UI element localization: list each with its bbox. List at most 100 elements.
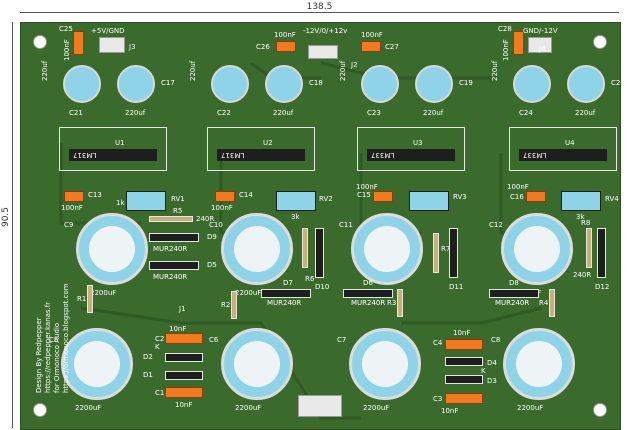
rv1-value: 1k (116, 199, 125, 207)
diode-d5[interactable] (149, 261, 199, 270)
resistor-r5[interactable] (149, 216, 193, 222)
resistor-r1[interactable] (87, 285, 93, 313)
smd-cap-c16[interactable] (526, 191, 546, 202)
credits-block: Design By Redpepper https://redpepper.ka… (35, 283, 145, 393)
bulk-cap-value: 2200uF (90, 289, 117, 297)
j4-pins-label: GND/-12V (523, 27, 558, 35)
resistor-r3[interactable] (397, 289, 403, 317)
bulk-capacitor[interactable] (503, 328, 575, 400)
regulator-ref: U2 (263, 139, 273, 147)
cap-in[interactable] (361, 65, 399, 103)
c15-value: 100nF (356, 183, 378, 191)
regulator-part: LM317 (73, 151, 97, 159)
c13-value: 100nF (61, 204, 83, 212)
capacitor-top (516, 341, 562, 387)
c13-ref: C13 (88, 191, 102, 199)
c1-ref: C1 (155, 389, 165, 397)
mounting-hole (593, 403, 607, 417)
smd-cap-c13[interactable] (64, 191, 84, 202)
c2-ref: C2 (155, 335, 165, 343)
trimmer-rv2[interactable] (276, 191, 316, 211)
bulk-capacitor[interactable] (351, 213, 423, 285)
cap-in-ref: C22 (217, 109, 231, 117)
cap-out-val: 220uf (575, 109, 596, 117)
c3-value: 10nF (441, 407, 459, 415)
bulk-capacitor[interactable] (349, 328, 421, 400)
diode-d6[interactable] (343, 289, 393, 298)
diode-d7[interactable] (261, 289, 311, 298)
smd-cap-c2[interactable] (165, 333, 203, 344)
cap-out[interactable] (265, 65, 303, 103)
diode-d3[interactable] (445, 375, 483, 384)
bulk-cap-value: 2200uF (235, 289, 262, 297)
diode-d2[interactable] (165, 353, 203, 362)
bulk-cap-value: 2200uF (235, 404, 262, 412)
resistor-r7[interactable] (433, 233, 439, 273)
bulk-capacitor[interactable] (221, 213, 293, 285)
d7-ref: D7 (283, 279, 293, 287)
cap-out-ref: C18 (309, 79, 323, 87)
cap-out[interactable] (117, 65, 155, 103)
width-label: 138.5 (306, 2, 333, 12)
connector-j3[interactable] (99, 37, 125, 53)
cap-in[interactable] (211, 65, 249, 103)
diode-d11[interactable] (449, 228, 458, 278)
capacitor-top (362, 341, 408, 387)
smd-cap-c1[interactable] (165, 387, 203, 398)
resistor-r6[interactable] (302, 228, 308, 268)
r4-ref: R4 (539, 299, 549, 307)
j3-ref: J3 (129, 43, 136, 51)
cap-in[interactable] (63, 65, 101, 103)
cap-out-ref: C20 (611, 79, 625, 87)
d7-value: MUR240R (267, 299, 302, 307)
trimmer-rv3[interactable] (409, 191, 449, 211)
trimmer-rv1[interactable] (126, 191, 166, 211)
diode-d12[interactable] (597, 228, 606, 278)
cap-out[interactable] (415, 65, 453, 103)
resistor-r4[interactable] (549, 289, 555, 317)
j1-ref: J1 (179, 305, 186, 313)
bulk-cap-ref: C9 (64, 221, 74, 229)
smd-cap-c3[interactable] (445, 393, 483, 404)
credit-line-4: https://ormonoco.blogspot.com (62, 283, 70, 393)
diode-d9[interactable] (149, 233, 199, 242)
diode-d4[interactable] (445, 357, 483, 366)
j4-ref: J4 (539, 45, 546, 53)
bottom-connector[interactable] (298, 395, 342, 417)
cap-in[interactable] (513, 65, 551, 103)
bulk-capacitor[interactable] (76, 213, 148, 285)
cap-out[interactable] (567, 65, 605, 103)
d6-ref: D6 (363, 279, 373, 287)
diode-d10[interactable] (315, 228, 324, 278)
resistor-r2[interactable] (231, 291, 237, 319)
height-label: 90.5 (1, 206, 12, 228)
rv2-ref: RV2 (319, 195, 333, 203)
cap-in-val: 220uf (491, 60, 499, 81)
diode-d8[interactable] (489, 289, 539, 298)
bulk-capacitor[interactable] (221, 328, 293, 400)
c27-value: 100nF (361, 31, 383, 39)
c28-ref: C28 (498, 25, 512, 33)
c16-value: 100nF (507, 183, 529, 191)
bulk-capacitor[interactable] (501, 213, 573, 285)
trimmer-rv4[interactable] (561, 191, 601, 211)
smd-cap-c4[interactable] (445, 339, 483, 350)
smd-cap-c25[interactable] (73, 31, 84, 55)
smd-cap-c14[interactable] (215, 191, 235, 202)
connector-j2[interactable] (308, 45, 338, 59)
mounting-hole (33, 35, 47, 49)
resistor-r8[interactable] (586, 228, 592, 268)
d9-ref: D9 (207, 233, 217, 241)
smd-cap-c27[interactable] (361, 41, 381, 52)
c26-value: 100nF (274, 31, 296, 39)
k-label-1: K (155, 343, 160, 351)
smd-cap-c15[interactable] (373, 191, 393, 202)
r5-value: 240R (196, 215, 215, 223)
smd-cap-c26[interactable] (276, 41, 296, 52)
d8-ref: D8 (509, 279, 519, 287)
bulk-cap-value: 2200uF (517, 404, 544, 412)
width-dimension: 138.5 (20, 2, 619, 13)
credit-line-3: for Ormonoco Audio (53, 322, 61, 393)
cap-in-ref: C21 (69, 109, 83, 117)
diode-d1[interactable] (165, 371, 203, 380)
